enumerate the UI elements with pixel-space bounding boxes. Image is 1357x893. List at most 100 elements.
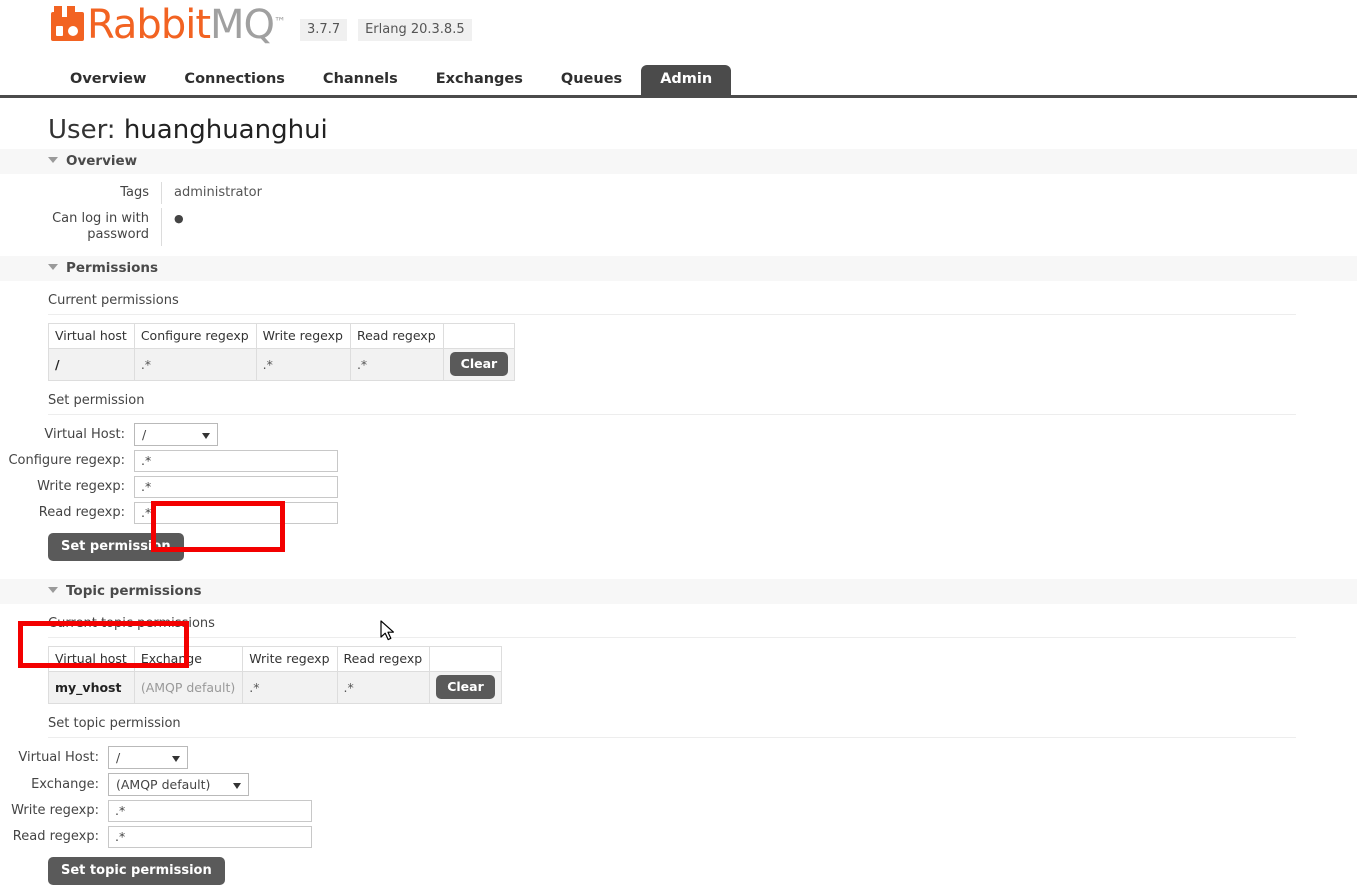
rabbitmq-version-badge: 3.7.7 — [300, 18, 348, 41]
label-topic-write-regexp: Write regexp: — [11, 803, 99, 818]
form-row-topic-exchange: Exchange: (AMQP default) — [0, 773, 1357, 796]
cell-virtual-host: my_vhost — [48, 671, 135, 704]
label-topic-exchange: Exchange: — [31, 776, 99, 792]
chevron-down-icon — [48, 587, 58, 593]
label-configure-regexp: Configure regexp: — [8, 453, 125, 468]
divider — [48, 314, 1296, 315]
trademark-symbol: ™ — [274, 15, 287, 29]
virtual-host-select-value: / — [142, 427, 147, 442]
section-header-topic-permissions[interactable]: Topic permissions — [0, 579, 1357, 604]
column-header-write-regexp: Write regexp — [255, 323, 351, 349]
cell-actions: Clear — [429, 671, 502, 704]
topic-virtual-host-select-value: / — [116, 750, 121, 765]
column-header-virtual-host: Virtual host — [48, 646, 135, 672]
form-row-read-regexp: Read regexp: — [0, 502, 1357, 524]
divider — [48, 737, 1296, 738]
write-regexp-input[interactable] — [134, 476, 338, 498]
nav-item-admin[interactable]: Admin — [641, 65, 732, 95]
chevron-down-icon — [202, 433, 210, 439]
user-tags-label: Tags — [0, 182, 162, 204]
nav-list: Overview Connections Channels Exchanges … — [51, 64, 1357, 95]
column-header-exchange: Exchange — [133, 646, 244, 672]
brand-rabbit-text: Rabbit — [87, 2, 211, 48]
divider — [48, 414, 1296, 415]
chevron-down-icon — [48, 264, 58, 270]
column-header-configure-regexp: Configure regexp — [133, 323, 257, 349]
form-row-topic-virtual-host: Virtual Host: / — [0, 746, 1357, 769]
clear-topic-permission-button[interactable]: Clear — [436, 675, 495, 699]
current-topic-permissions-table: Virtual host Exchange Write regexp Read … — [48, 646, 502, 704]
cell-read-regexp: .* — [349, 348, 444, 381]
read-regexp-input[interactable] — [134, 502, 338, 524]
rabbitmq-logo-icon — [51, 6, 84, 41]
set-permission-form: Virtual Host: / Configure regexp: Write … — [0, 423, 1357, 561]
cell-exchange: (AMQP default) — [133, 671, 244, 704]
main-navigation: Overview Connections Channels Exchanges … — [0, 64, 1357, 98]
section-header-topic-permissions-label: Topic permissions — [66, 583, 202, 599]
cell-configure-regexp: .* — [133, 348, 257, 381]
form-row-topic-read-regexp: Read regexp: — [0, 826, 1357, 848]
cell-write-regexp: .* — [242, 671, 338, 704]
set-topic-permission-button[interactable]: Set topic permission — [48, 857, 225, 885]
clear-permission-button[interactable]: Clear — [449, 352, 509, 376]
topic-write-regexp-input[interactable] — [108, 800, 312, 822]
form-row-topic-write-regexp: Write regexp: — [0, 800, 1357, 822]
current-permissions-table: Virtual host Configure regexp Write rege… — [48, 323, 516, 381]
virtual-host-select[interactable]: / — [134, 423, 218, 446]
nav-item-channels[interactable]: Channels — [304, 65, 417, 95]
column-header-actions — [429, 646, 502, 672]
cell-virtual-host: / — [48, 348, 135, 381]
label-topic-virtual-host: Virtual Host: — [18, 749, 99, 765]
nav-item-exchanges[interactable]: Exchanges — [417, 65, 542, 95]
topic-exchange-select[interactable]: (AMQP default) — [108, 773, 249, 796]
divider — [48, 637, 1296, 638]
brand-wordmark: RabbitMQ™ — [87, 0, 286, 47]
label-write-regexp: Write regexp: — [37, 479, 125, 494]
page-content: User: huanghuanghui Overview Tags admini… — [0, 115, 1357, 885]
page-title: User: huanghuanghui — [48, 115, 1357, 145]
nav-item-connections[interactable]: Connections — [165, 65, 304, 95]
column-header-actions — [442, 323, 516, 349]
table-row: my_vhost (AMQP default) .* .* Clear — [48, 671, 502, 704]
brand-mq-text: MQ — [210, 2, 275, 48]
column-header-virtual-host: Virtual host — [48, 323, 135, 349]
set-topic-permission-label: Set topic permission — [48, 716, 181, 731]
user-tags-row: Tags administrator — [0, 182, 1357, 204]
set-permission-button[interactable]: Set permission — [48, 533, 184, 561]
current-topic-permissions-label: Current topic permissions — [48, 616, 215, 631]
user-overview-list: Tags administrator Can log in with passw… — [0, 182, 1357, 246]
chevron-down-icon — [172, 756, 180, 762]
section-header-permissions-label: Permissions — [66, 260, 159, 276]
table-row: / .* .* .* Clear — [48, 348, 516, 381]
nav-item-overview[interactable]: Overview — [51, 65, 165, 95]
chevron-down-icon — [233, 783, 241, 789]
section-header-permissions[interactable]: Permissions — [0, 256, 1357, 281]
set-permission-label: Set permission — [48, 393, 145, 408]
topic-virtual-host-select[interactable]: / — [108, 746, 188, 769]
form-row-write-regexp: Write regexp: — [0, 476, 1357, 498]
cell-actions: Clear — [442, 348, 516, 381]
topic-read-regexp-input[interactable] — [108, 826, 312, 848]
nav-item-queues[interactable]: Queues — [542, 65, 641, 95]
topic-exchange-select-value: (AMQP default) — [116, 777, 211, 792]
user-password-row: Can log in with password ● — [0, 208, 1357, 246]
table-header-row: Virtual host Exchange Write regexp Read … — [48, 646, 502, 672]
table-header-row: Virtual host Configure regexp Write rege… — [48, 323, 516, 349]
cell-write-regexp: .* — [255, 348, 351, 381]
brand-logo[interactable]: RabbitMQ™ 3.7.7 Erlang 20.3.8.5 — [51, 0, 472, 47]
column-header-write-regexp: Write regexp — [242, 646, 338, 672]
page-title-value: huanghuanghui — [123, 115, 328, 145]
chevron-down-icon — [48, 157, 58, 163]
set-topic-permission-form: Virtual Host: / Exchange: (AMQP default)… — [0, 746, 1357, 885]
column-header-read-regexp: Read regexp — [349, 323, 444, 349]
configure-regexp-input[interactable] — [134, 450, 338, 472]
user-password-value: ● — [174, 212, 184, 225]
section-header-overview[interactable]: Overview — [0, 149, 1357, 174]
section-header-overview-label: Overview — [66, 153, 138, 169]
label-read-regexp: Read regexp: — [38, 505, 125, 520]
page-title-label: User: — [48, 115, 116, 145]
form-row-submit: Set permission — [0, 533, 1357, 561]
site-header: RabbitMQ™ 3.7.7 Erlang 20.3.8.5 — [0, 0, 1357, 58]
form-row-virtual-host: Virtual Host: / — [0, 423, 1357, 446]
label-virtual-host: Virtual Host: — [44, 426, 125, 442]
